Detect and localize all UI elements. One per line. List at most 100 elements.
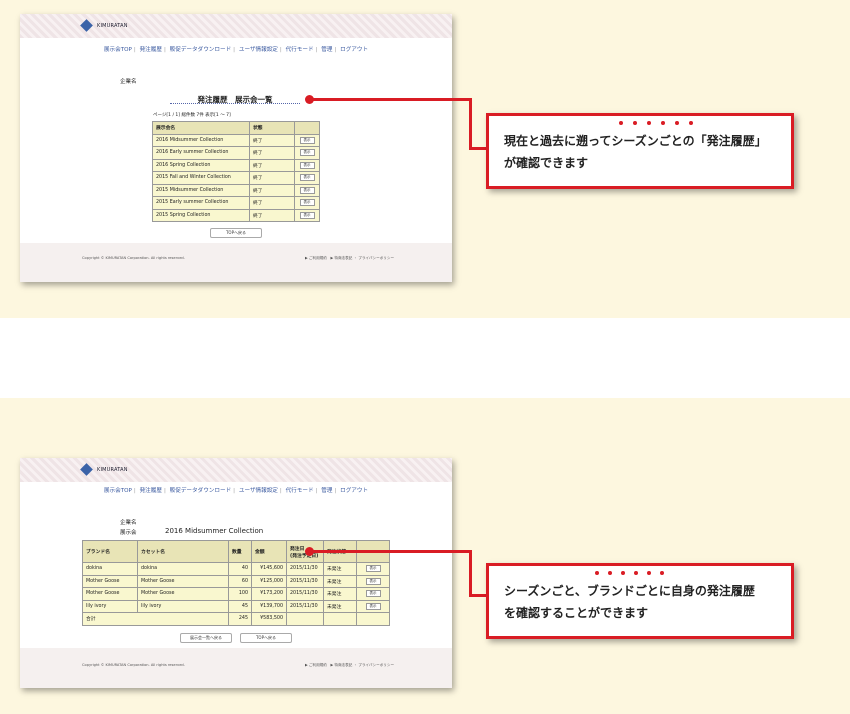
cell-order-date: 2015/11/30 — [286, 587, 324, 601]
cell-cassette: Mother Goose — [137, 574, 229, 588]
view-button[interactable]: 表示 — [299, 149, 315, 157]
cell-exhibition: 2015 Early summer Collection — [152, 196, 250, 210]
cell-amount: ¥145,600 — [251, 562, 287, 576]
cell-quantity: 100 — [228, 587, 252, 601]
cell-exhibition: 2015 Midsummer Collection — [152, 183, 250, 197]
cell-status: 終了 — [249, 183, 295, 197]
brand-name: KIMURATAN — [97, 466, 128, 473]
nav-item-promo-download[interactable]: 販促データダウンロード — [170, 488, 232, 494]
view-button[interactable]: 表示 — [365, 590, 381, 598]
site-header: KIMURATAN — [20, 14, 452, 38]
screenshot-order-history-list: KIMURATAN 展示会TOP | 発注履歴 | 販促データダウンロード | ユーザ… — [20, 14, 452, 282]
connector-line-1 — [310, 98, 472, 101]
nav-item-order-history[interactable]: 発注履歴 — [140, 47, 162, 53]
view-button[interactable]: 表示 — [365, 565, 381, 573]
main-nav: 展示会TOP | 発注履歴 | 販促データダウンロード | ユーザ情報設定 | 代行モー… — [103, 47, 369, 53]
nav-item-logout[interactable]: ログアウト — [340, 488, 368, 494]
cell-quantity: 45 — [228, 599, 252, 613]
nav-item-top[interactable]: 展示会TOP — [104, 47, 132, 53]
column-header-status: 状態 — [249, 121, 295, 135]
emphasis-dots — [595, 571, 685, 577]
brand-name: KIMURATAN — [97, 22, 128, 29]
cell-status: 終了 — [249, 171, 295, 185]
column-header-amount: 金額 — [251, 540, 287, 563]
cell-order-state: 未発注 — [323, 587, 357, 601]
nav-item-proxy-mode[interactable]: 代行モード — [286, 488, 314, 494]
nav-item-top[interactable]: 展示会TOP — [104, 488, 132, 494]
nav-item-order-history[interactable]: 発注履歴 — [140, 488, 162, 494]
callout-text-line-2: を確認することができます — [504, 606, 649, 620]
cell-amount: ¥125,000 — [251, 574, 287, 588]
column-header-cassette: カセット名 — [137, 540, 229, 563]
exhibition-label: 展示会 — [120, 530, 137, 536]
cell-total-label: 合計 — [82, 612, 229, 626]
title-underline — [170, 103, 300, 104]
cell-cassette: dokina — [137, 562, 229, 576]
view-button[interactable]: 表示 — [299, 199, 315, 207]
pagination-info: ページ[1 / 1] 総件数 7件 表示[1 ～ 7] — [153, 113, 231, 118]
column-header-exhibition: 展示会名 — [152, 121, 250, 135]
callout-text-line-1: シーズンごと、ブランドごとに自身の発注履歴 — [504, 584, 755, 598]
cell-status: 終了 — [249, 146, 295, 160]
table-row: dokina dokina 40 ¥145,600 2015/11/30 未発注 表示 — [82, 562, 390, 576]
column-header-quantity: 数量 — [228, 540, 252, 563]
view-button[interactable]: 表示 — [299, 186, 315, 194]
logo[interactable]: KIMURATAN — [80, 463, 128, 476]
copyright-text: Copyright © KIMURATAN Corporation. All r… — [82, 256, 185, 260]
cell-order-state: 未発注 — [323, 574, 357, 588]
cell-status: 終了 — [249, 133, 295, 147]
table-row: 2015 Midsummer Collection 終了 表示 — [152, 183, 320, 197]
nav-item-user-settings[interactable]: ユーザ情報設定 — [239, 47, 278, 53]
cell-exhibition: 2016 Midsummer Collection — [152, 133, 250, 147]
back-to-list-button[interactable]: 展示会一覧へ戻る — [180, 633, 232, 643]
exhibition-name: 2016 Midsummer Collection — [165, 527, 264, 535]
cell-order-state: 未発注 — [323, 562, 357, 576]
nav-item-admin[interactable]: 管理 — [321, 47, 332, 53]
footer-links[interactable]: ▶ ご利用規約 ▶ 特商法表記 ・ プライバシーポリシー — [305, 256, 394, 261]
back-to-top-button[interactable]: TOPへ戻る — [240, 633, 292, 643]
logo[interactable]: KIMURATAN — [80, 19, 128, 32]
nav-item-user-settings[interactable]: ユーザ情報設定 — [239, 488, 278, 494]
cell-amount: ¥173,200 — [251, 587, 287, 601]
view-button[interactable]: 表示 — [299, 174, 315, 182]
nav-item-admin[interactable]: 管理 — [321, 488, 332, 494]
connector-line-1-end — [469, 147, 487, 150]
cell-exhibition: 2016 Early summer Collection — [152, 146, 250, 160]
cell-brand: lily ivory — [82, 599, 138, 613]
callout-brand-history: シーズンごと、ブランドごとに自身の発注履歴 を確認することができます — [486, 563, 794, 639]
table-row: 2015 Early summer Collection 終了 表示 — [152, 196, 320, 210]
footer-links[interactable]: ▶ ご利用規約 ▶ 特商法表記 ・ プライバシーポリシー — [305, 663, 394, 668]
callout-order-history: 現在と過去に遡ってシーズンごとの「発注履歴」 が確認できます — [486, 113, 794, 189]
nav-item-proxy-mode[interactable]: 代行モード — [286, 47, 314, 53]
site-header: KIMURATAN — [20, 458, 452, 482]
cell-quantity: 60 — [228, 574, 252, 588]
nav-item-logout[interactable]: ログアウト — [340, 47, 368, 53]
main-nav: 展示会TOP | 発注履歴 | 販促データダウンロード | ユーザ情報設定 | 代行モー… — [103, 488, 369, 494]
cell-status: 終了 — [249, 158, 295, 172]
site-footer: Copyright © KIMURATAN Corporation. All r… — [20, 648, 452, 688]
table-row: 2016 Spring Collection 終了 表示 — [152, 158, 320, 172]
site-footer: Copyright © KIMURATAN Corporation. All r… — [20, 243, 452, 282]
table-row: Mother Goose Mother Goose 100 ¥173,200 2015/… — [82, 587, 390, 601]
view-button[interactable]: 表示 — [365, 602, 381, 610]
view-button[interactable]: 表示 — [299, 211, 315, 219]
cell-exhibition: 2016 Spring Collection — [152, 158, 250, 172]
column-header-brand: ブランド名 — [82, 540, 138, 563]
back-to-top-button[interactable]: TOPへ戻る — [210, 228, 262, 238]
table-row: 2015 Fall and Winter Collection 終了 表示 — [152, 171, 320, 185]
cell-order-state: 未発注 — [323, 599, 357, 613]
cell-order-date: 2015/11/30 — [286, 599, 324, 613]
cell-total-quantity: 245 — [228, 612, 252, 626]
view-button[interactable]: 表示 — [365, 577, 381, 585]
view-button[interactable]: 表示 — [299, 161, 315, 169]
callout-text-line-1: 現在と過去に遡ってシーズンごとの「発注履歴」 — [504, 134, 767, 148]
company-label: 企業名 — [120, 79, 137, 85]
cell-total-amount: ¥583,500 — [251, 612, 287, 626]
company-label: 企業名 — [120, 520, 137, 526]
cell-exhibition: 2015 Fall and Winter Collection — [152, 171, 250, 185]
view-button[interactable]: 表示 — [299, 136, 315, 144]
column-header-action — [294, 121, 320, 135]
exhibition-table: 展示会名 状態 2016 Midsummer Collection 終了 表示 20… — [152, 121, 320, 222]
nav-item-promo-download[interactable]: 販促データダウンロード — [170, 47, 232, 53]
table-total-row: 合計 245 ¥583,500 — [82, 612, 390, 626]
